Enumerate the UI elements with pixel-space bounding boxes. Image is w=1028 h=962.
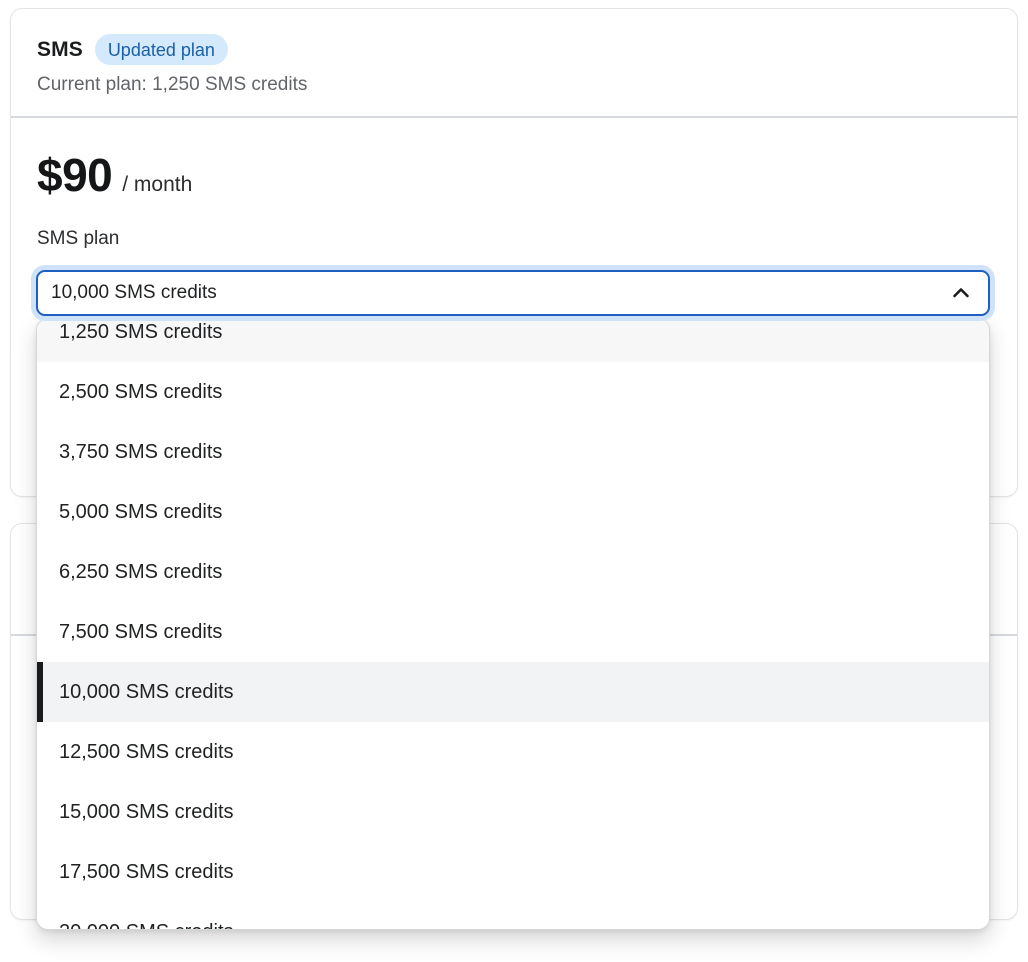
sms-plan-select-value: 10,000 SMS credits (51, 282, 217, 304)
sms-plan-dropdown: 1,250 SMS credits 2,500 SMS credits 3,750 … (36, 318, 990, 930)
price-period: / month (122, 173, 192, 197)
sms-card-header: SMS Updated plan Current plan: 1,250 SMS… (11, 9, 1017, 118)
dropdown-option[interactable]: 2,500 SMS credits (37, 362, 989, 422)
price-row: $90 / month (37, 152, 991, 198)
dropdown-option[interactable]: 17,500 SMS credits (37, 842, 989, 902)
sms-title-row: SMS Updated plan (37, 34, 991, 65)
sms-plan-select[interactable]: 10,000 SMS credits (36, 270, 990, 316)
dropdown-option[interactable]: 12,500 SMS credits (37, 722, 989, 782)
sms-card-body: $90 / month SMS plan (11, 152, 1017, 250)
dropdown-option-label: 2,500 SMS credits (59, 381, 222, 404)
dropdown-option-label: 10,000 SMS credits (59, 681, 234, 704)
dropdown-option-label: 1,250 SMS credits (59, 321, 222, 344)
dropdown-option[interactable]: 3,750 SMS credits (37, 422, 989, 482)
dropdown-option-label: 3,750 SMS credits (59, 441, 222, 464)
dropdown-option[interactable]: 20,000 SMS credits (37, 902, 989, 930)
dropdown-option[interactable]: 6,250 SMS credits (37, 542, 989, 602)
selected-option-bar (37, 662, 43, 722)
sms-plan-select-label: SMS plan (37, 228, 991, 250)
dropdown-option-label: 15,000 SMS credits (59, 801, 234, 824)
dropdown-option-label: 6,250 SMS credits (59, 561, 222, 584)
price-amount: $90 (37, 152, 112, 198)
dropdown-option[interactable]: 7,500 SMS credits (37, 602, 989, 662)
dropdown-option-label: 20,000 SMS credits (59, 921, 234, 931)
updated-plan-badge: Updated plan (95, 34, 228, 65)
card-title: SMS (37, 38, 83, 62)
dropdown-option-label: 7,500 SMS credits (59, 621, 222, 644)
dropdown-option[interactable]: 5,000 SMS credits (37, 482, 989, 542)
chevron-up-icon (950, 282, 972, 304)
dropdown-option-label: 12,500 SMS credits (59, 741, 234, 764)
dropdown-option-label: 5,000 SMS credits (59, 501, 222, 524)
current-plan-text: Current plan: 1,250 SMS credits (37, 74, 991, 96)
dropdown-option[interactable]: 1,250 SMS credits (37, 318, 989, 362)
dropdown-option-list: 1,250 SMS credits 2,500 SMS credits 3,750 … (37, 318, 989, 930)
dropdown-option-label: 17,500 SMS credits (59, 861, 234, 884)
dropdown-option[interactable]: 15,000 SMS credits (37, 782, 989, 842)
dropdown-option[interactable]: 10,000 SMS credits (37, 662, 989, 722)
